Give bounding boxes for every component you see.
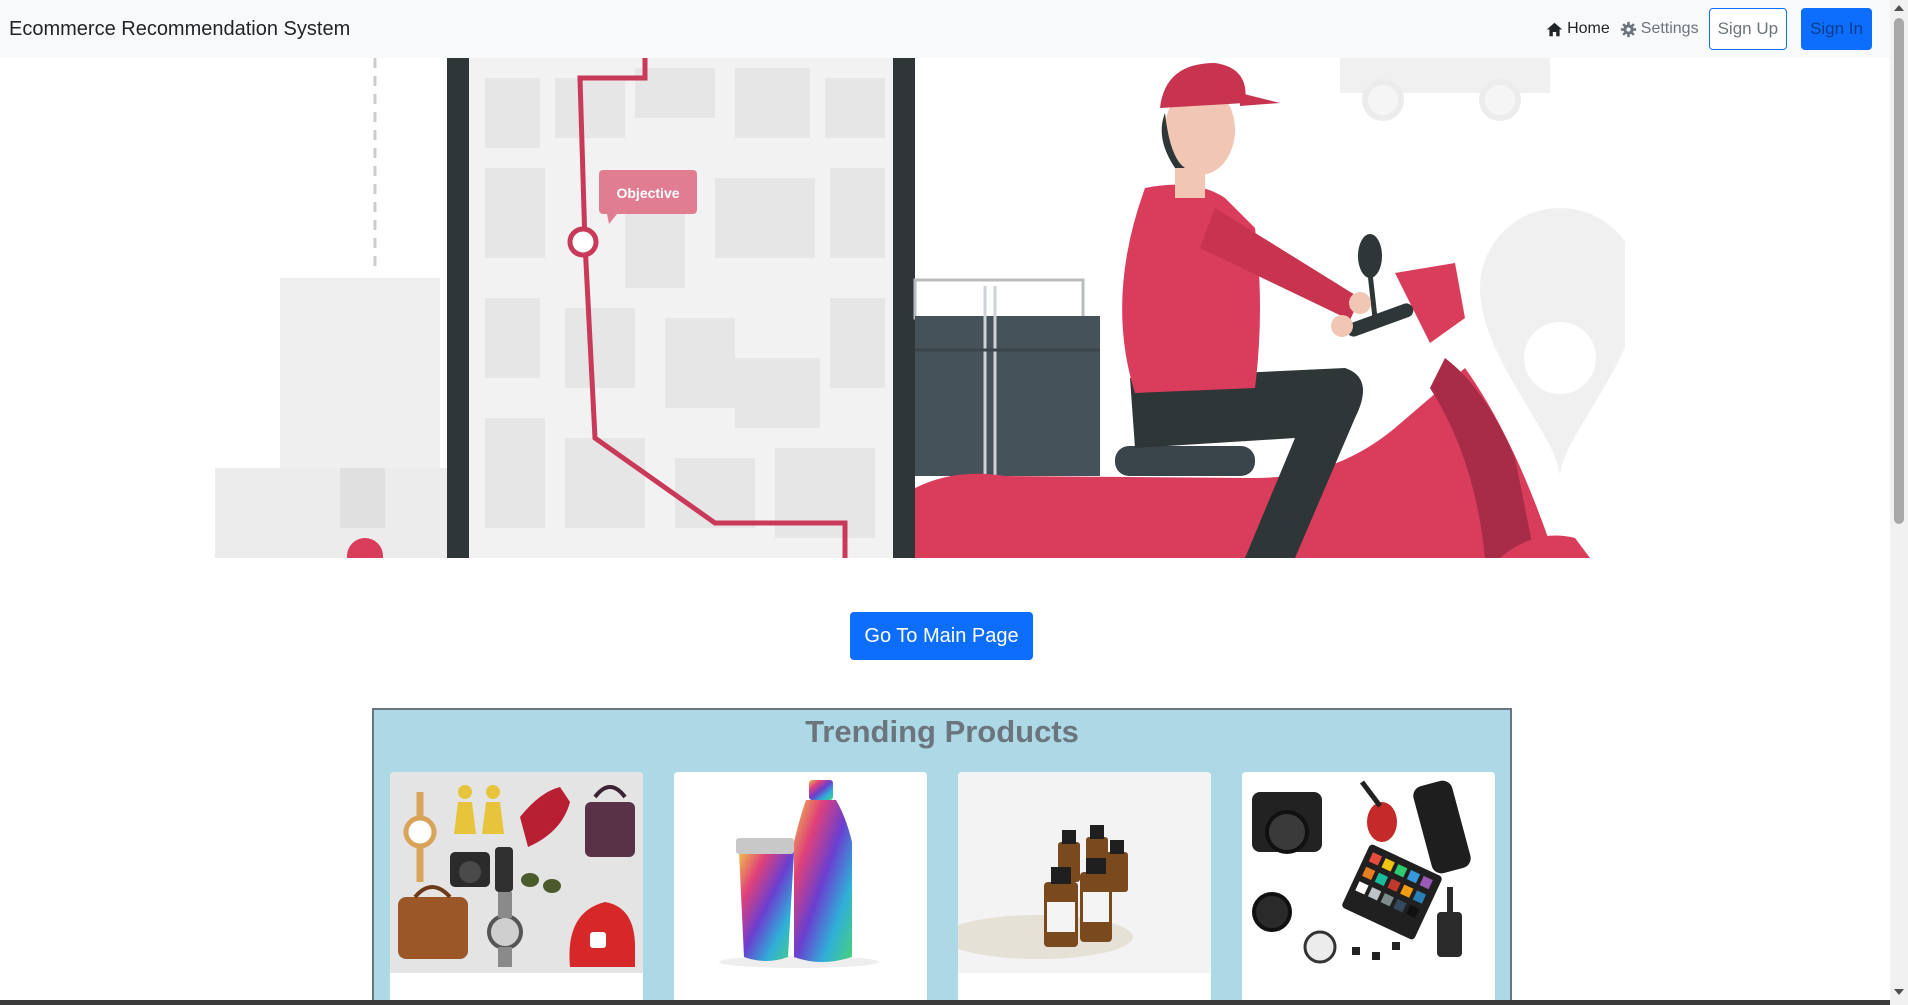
- scrollbar-thumb[interactable]: [1894, 18, 1904, 524]
- product-image-camera-gear: [1242, 772, 1495, 973]
- scroll-down-arrow-icon[interactable]: [1894, 989, 1904, 995]
- nav-settings-label: Settings: [1640, 20, 1699, 37]
- page: Ecommerce Recommendation System Home Set…: [0, 0, 1908, 1005]
- product-image-serum: [958, 772, 1211, 973]
- scroll-up-arrow-icon[interactable]: [1894, 5, 1904, 11]
- brand-title[interactable]: Ecommerce Recommendation System: [9, 18, 350, 41]
- nav-links: Home Settings Sign Up Sign In: [1546, 8, 1872, 50]
- signin-button[interactable]: Sign In: [1801, 8, 1872, 50]
- delivery-illustration: Objective: [215, 58, 1625, 558]
- navbar: Ecommerce Recommendation System Home Set…: [0, 0, 1890, 58]
- nav-home-label: Home: [1567, 20, 1610, 37]
- product-card[interactable]: [1242, 772, 1495, 1005]
- map-callout-text: Objective: [616, 185, 679, 201]
- go-to-main-page-button[interactable]: Go To Main Page: [850, 612, 1033, 660]
- signup-button[interactable]: Sign Up: [1708, 8, 1788, 50]
- trending-title: Trending Products: [805, 714, 1079, 749]
- product-image-accessories: [390, 772, 643, 973]
- vertical-scrollbar[interactable]: [1890, 0, 1908, 1005]
- nav-home-link[interactable]: Home: [1546, 20, 1610, 38]
- nav-settings-link[interactable]: Settings: [1620, 20, 1699, 38]
- product-card[interactable]: [390, 772, 643, 1005]
- product-card[interactable]: [674, 772, 927, 1005]
- trending-products-section: Trending Products: [372, 708, 1512, 1005]
- window-bottom-edge: [0, 1000, 1890, 1005]
- hero-banner: Objective: [215, 58, 1625, 558]
- home-icon: [1546, 22, 1563, 36]
- gear-icon: [1620, 21, 1636, 37]
- product-card[interactable]: [958, 772, 1211, 1005]
- product-image-bottle: [674, 772, 927, 973]
